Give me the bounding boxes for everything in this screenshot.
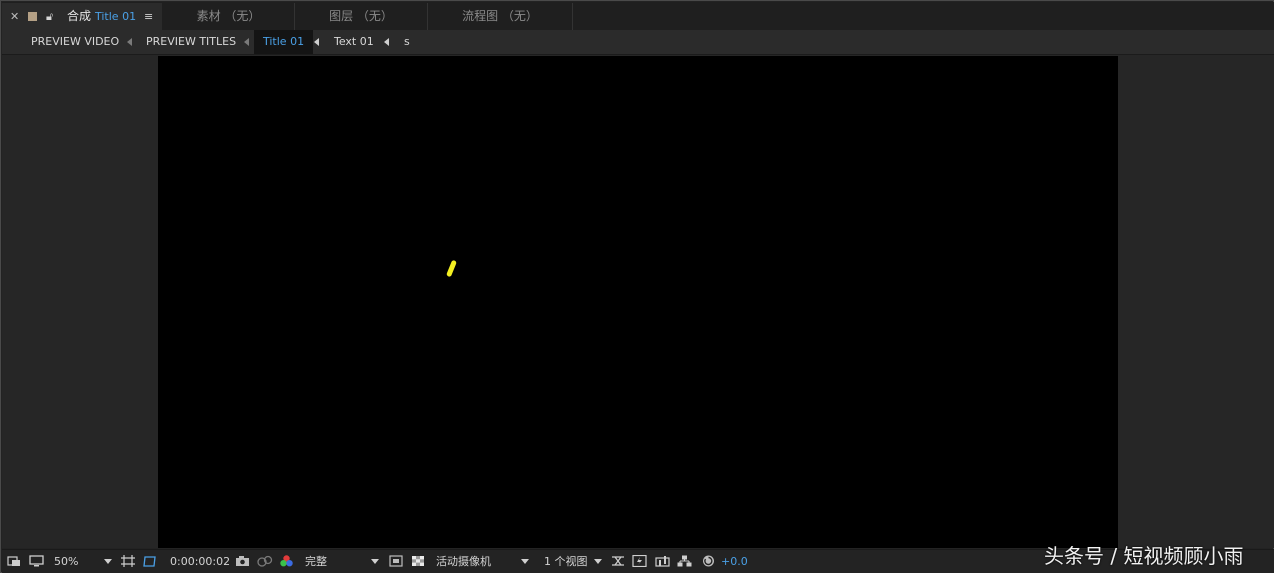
camera-view-select[interactable]: 活动摄像机	[436, 550, 491, 573]
watermark-text: 头条号 / 短视频顾小雨	[1044, 544, 1244, 568]
breadcrumb-item[interactable]: s	[404, 30, 410, 54]
panel-tab-bar: ✕ 🔓︎ 合成 Title 01 ≡ 素材 （无） 图层 （无） 流程图 （无）	[2, 2, 1274, 30]
panel-menu-icon[interactable]: ≡	[144, 3, 153, 30]
chevron-left-icon	[384, 38, 389, 46]
tab-layer-label: 图层 （无）	[329, 9, 393, 23]
composition-panel: ✕ 🔓︎ 合成 Title 01 ≡ 素材 （无） 图层 （无） 流程图 （无）…	[0, 0, 1274, 573]
mask-visibility-icon[interactable]	[143, 555, 157, 567]
yellow-brush-stroke	[445, 259, 458, 278]
breadcrumb-item[interactable]: PREVIEW TITLES	[146, 30, 236, 54]
chevron-left-icon	[314, 38, 319, 46]
tab-composition[interactable]: ✕ 🔓︎ 合成 Title 01 ≡	[2, 3, 162, 30]
chevron-down-icon[interactable]	[594, 559, 602, 564]
tab-flowchart-label: 流程图 （无）	[462, 9, 538, 23]
chevron-down-icon[interactable]	[371, 559, 379, 564]
chevron-left-icon	[127, 38, 132, 46]
resolution-select[interactable]: 完整	[305, 550, 327, 573]
fast-preview-icon[interactable]	[632, 555, 647, 567]
exposure-reset-icon[interactable]	[701, 555, 716, 567]
tab-footage-label: 素材 （无）	[196, 9, 261, 23]
view-layout-select[interactable]: 1 个视图	[544, 550, 588, 573]
pixel-aspect-icon[interactable]	[611, 555, 625, 567]
chevron-down-icon[interactable]	[104, 559, 112, 564]
lock-icon[interactable]: 🔓︎	[46, 3, 53, 30]
timecode[interactable]: 0:00:00:02	[170, 550, 230, 573]
show-snapshot-icon[interactable]	[257, 555, 273, 567]
tab-footage[interactable]: 素材 （无）	[163, 3, 295, 30]
breadcrumb-item[interactable]: Text 01	[334, 30, 374, 54]
zoom-select[interactable]: 50%	[54, 550, 78, 573]
breadcrumb-item-current[interactable]: Title 01	[254, 30, 314, 54]
tab-layer[interactable]: 图层 （无）	[295, 3, 428, 30]
breadcrumb: PREVIEW VIDEO PREVIEW TITLES Title 01 Te…	[2, 30, 1274, 55]
camera-icon[interactable]	[235, 555, 250, 567]
monitor-icon[interactable]	[29, 555, 44, 567]
safe-margins-icon[interactable]	[121, 555, 135, 567]
composition-viewer[interactable]	[2, 55, 1274, 548]
chevron-left-icon	[244, 38, 249, 46]
always-preview-icon[interactable]	[7, 555, 21, 567]
chevron-down-icon[interactable]	[521, 559, 529, 564]
breadcrumb-item[interactable]: PREVIEW VIDEO	[31, 30, 119, 54]
exposure-value[interactable]: +0.0	[721, 550, 748, 573]
tab-composition-name: Title 01	[95, 10, 137, 23]
flowchart-icon[interactable]	[677, 555, 692, 567]
region-of-interest-icon[interactable]	[389, 555, 403, 567]
close-icon[interactable]: ✕	[10, 3, 19, 30]
tab-composition-label: 合成	[67, 9, 92, 23]
timeline-icon[interactable]	[655, 555, 670, 567]
composition-canvas[interactable]	[158, 56, 1118, 548]
channel-rgb-icon[interactable]	[279, 555, 294, 567]
panel-color-swatch-icon	[28, 12, 37, 21]
transparency-grid-icon[interactable]	[411, 555, 425, 567]
tab-flowchart[interactable]: 流程图 （无）	[428, 3, 573, 30]
